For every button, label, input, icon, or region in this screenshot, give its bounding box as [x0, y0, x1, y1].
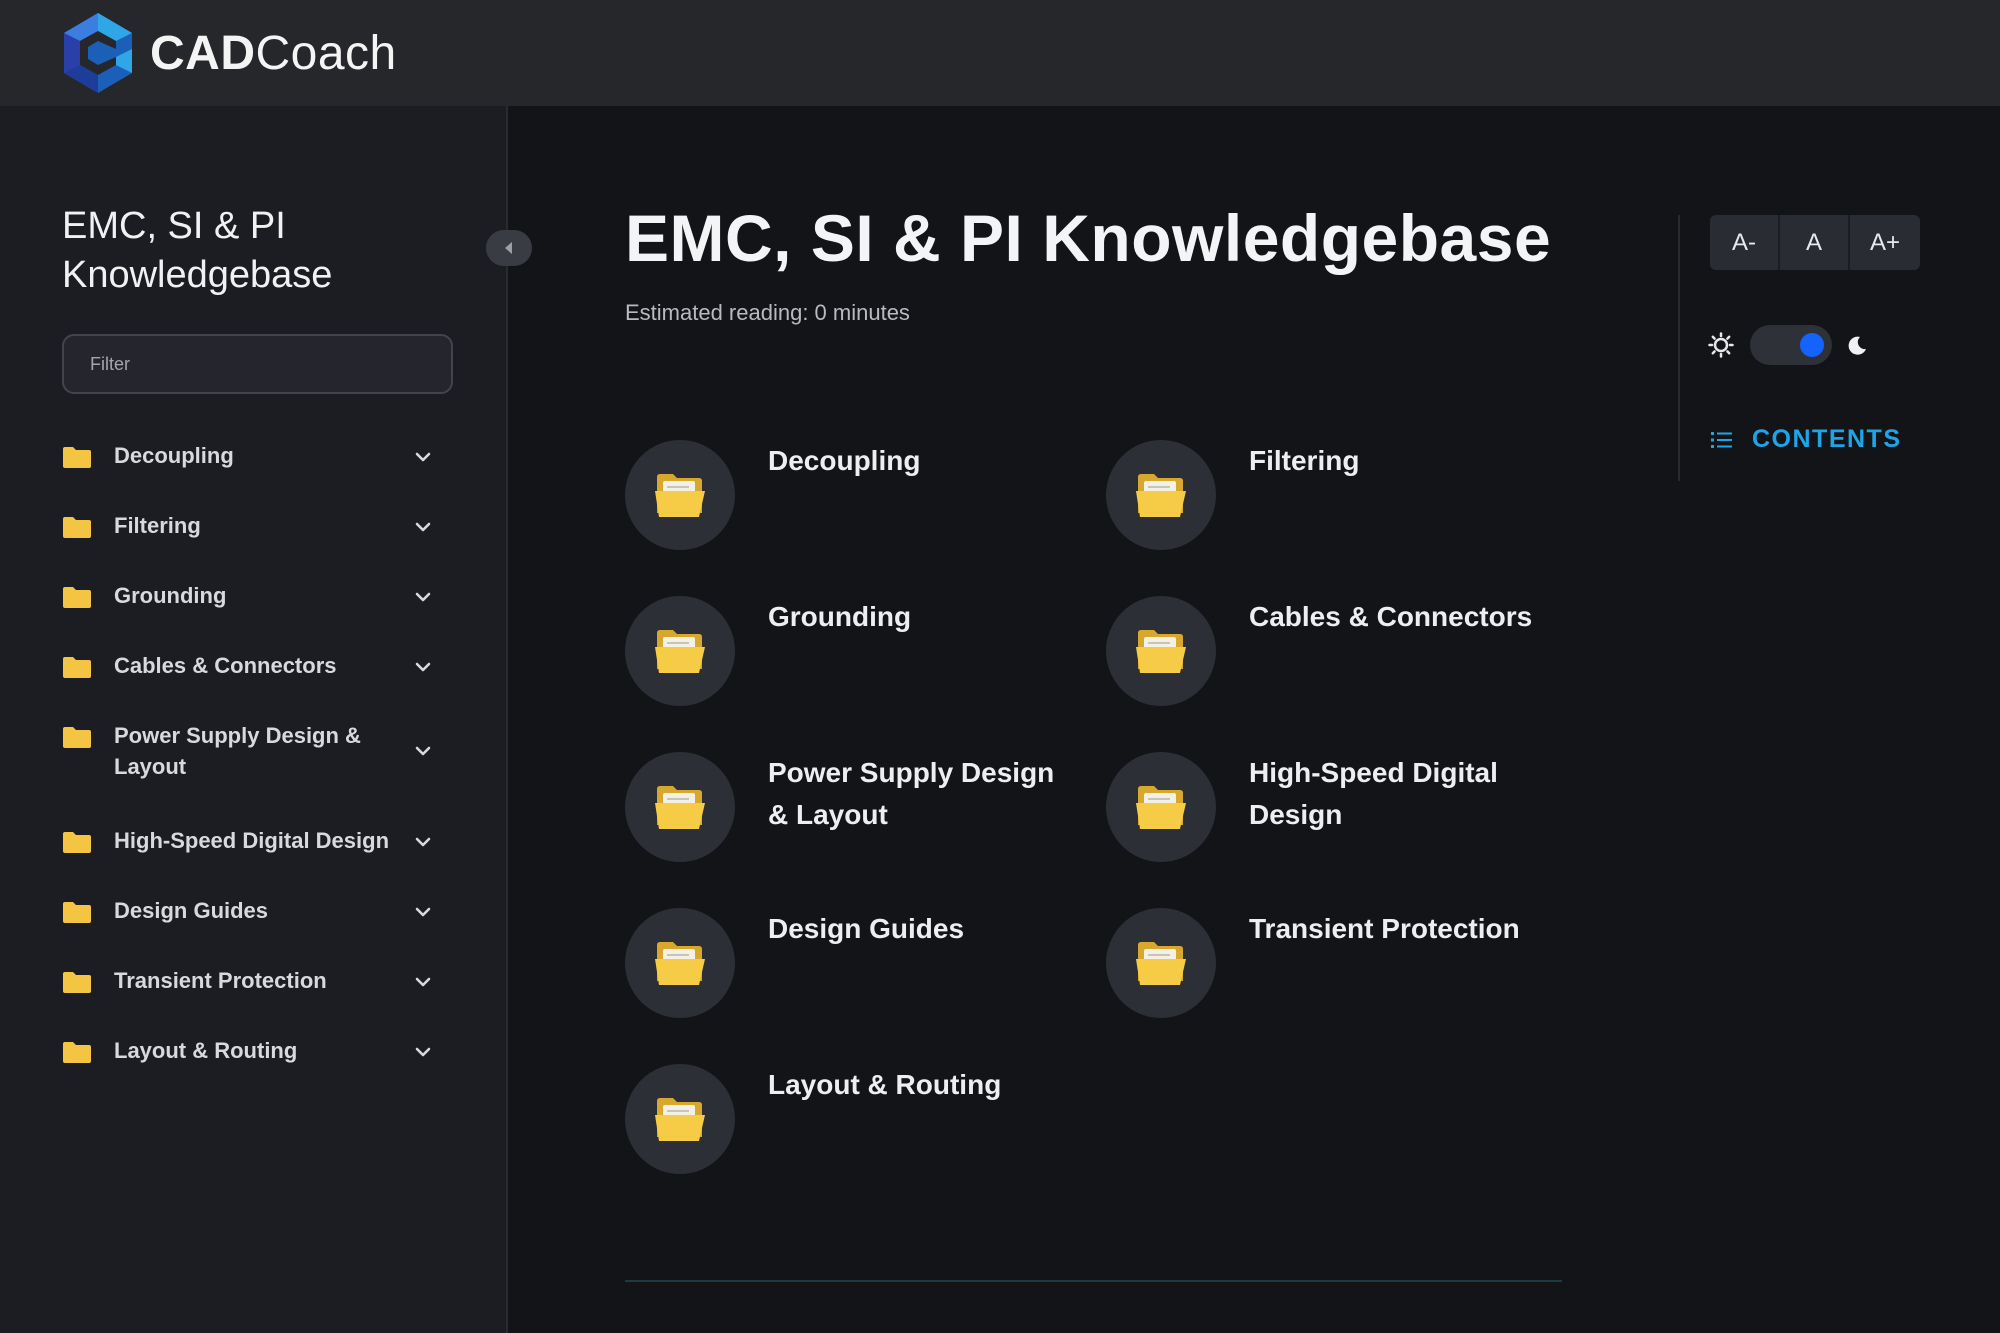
open-folder-icon — [655, 786, 705, 829]
sidebar-title: EMC, SI & PI Knowledgebase — [62, 205, 333, 296]
folder-icon — [63, 657, 91, 678]
contents-label: CONTENTS — [1752, 425, 1902, 453]
theme-toggle[interactable] — [1750, 325, 1832, 365]
chevron-down-icon[interactable] — [412, 586, 434, 608]
font-decrease-button[interactable]: A- — [1710, 215, 1780, 270]
category-card[interactable]: Design Guides — [625, 908, 1085, 1028]
category-card[interactable]: Grounding — [625, 596, 1085, 716]
list-icon — [1711, 431, 1732, 448]
category-card[interactable]: High-Speed Digital Design — [1106, 752, 1566, 872]
chevron-down-icon[interactable] — [412, 740, 434, 762]
cadcoach-logo-icon — [64, 13, 132, 93]
toggle-knob — [1800, 333, 1824, 357]
open-folder-icon — [655, 1098, 705, 1141]
brand-bold: CAD — [150, 26, 256, 80]
rail-divider — [1678, 215, 1680, 481]
card-title: Power Supply Design & Layout — [768, 757, 1055, 830]
caret-left-icon — [505, 242, 512, 254]
sidebar-item[interactable]: High-Speed Digital Design — [0, 825, 508, 865]
chevron-down-icon[interactable] — [412, 971, 434, 993]
content-divider — [625, 1280, 1562, 1282]
sidebar-item-label: High-Speed Digital Design — [114, 828, 390, 853]
sidebar-item-label: Layout & Routing — [114, 1038, 298, 1063]
font-size-controls: A- A A+ — [1710, 215, 1920, 270]
card-title: Grounding — [768, 601, 912, 632]
card-title: High-Speed Digital Design — [1249, 757, 1498, 830]
brand-light: Coach — [255, 26, 397, 80]
folder-icon — [63, 517, 91, 538]
folder-icon — [63, 727, 91, 748]
card-icon-circle — [1106, 908, 1216, 1018]
sidebar-item-label: Power Supply Design & Layout — [114, 723, 361, 779]
reading-time: Estimated reading: 0 minutes — [625, 300, 910, 325]
open-folder-icon — [655, 630, 705, 673]
logo[interactable]: CADCoach — [58, 9, 397, 97]
open-folder-icon — [655, 474, 705, 517]
folder-icon — [63, 972, 91, 993]
chevron-down-icon[interactable] — [412, 446, 434, 468]
card-title: Decoupling — [768, 445, 921, 476]
sidebar-item-label: Filtering — [114, 513, 201, 538]
card-icon-circle — [1106, 752, 1216, 862]
card-icon-circle — [625, 752, 735, 862]
moon-icon — [1848, 336, 1866, 355]
category-card[interactable]: Cables & Connectors — [1106, 596, 1566, 716]
open-folder-icon — [1136, 630, 1186, 673]
card-icon-circle — [625, 908, 735, 1018]
contents-toggle[interactable]: CONTENTS — [1710, 425, 1902, 454]
category-card[interactable]: Layout & Routing — [625, 1064, 1085, 1184]
folder-icon — [63, 902, 91, 923]
open-folder-icon — [1136, 942, 1186, 985]
sidebar-item[interactable]: Grounding — [0, 580, 508, 620]
folder-icon — [63, 832, 91, 853]
sidebar-item-label: Design Guides — [114, 898, 269, 923]
card-title: Design Guides — [768, 913, 965, 944]
folder-icon — [63, 587, 91, 608]
category-card[interactable]: Filtering — [1106, 440, 1566, 560]
sidebar-item-label: Grounding — [114, 583, 227, 608]
sidebar-item-label: Transient Protection — [114, 968, 327, 993]
card-title: Transient Protection — [1249, 913, 1520, 944]
sidebar: EMC, SI & PI Knowledgebase Decoupling Fil… — [0, 106, 508, 1333]
card-icon-circle — [625, 440, 735, 550]
folder-icon — [63, 1042, 91, 1063]
sidebar-item[interactable]: Power Supply Design & Layout — [0, 720, 508, 790]
chevron-down-icon[interactable] — [412, 1041, 434, 1063]
card-icon-circle — [625, 1064, 735, 1174]
card-icon-circle — [625, 596, 735, 706]
sidebar-item[interactable]: Transient Protection — [0, 965, 508, 1005]
category-card[interactable]: Power Supply Design & Layout — [625, 752, 1085, 872]
sun-icon — [1708, 332, 1734, 358]
card-title: Filtering — [1249, 445, 1360, 476]
folder-icon — [63, 447, 91, 468]
sidebar-item-label: Cables & Connectors — [114, 653, 337, 678]
card-icon-circle — [1106, 440, 1216, 550]
sidebar-item[interactable]: Decoupling — [0, 440, 508, 480]
sidebar-item[interactable]: Layout & Routing — [0, 1035, 508, 1075]
chevron-down-icon[interactable] — [412, 901, 434, 923]
open-folder-icon — [655, 942, 705, 985]
font-reset-button[interactable]: A — [1780, 215, 1850, 270]
category-card[interactable]: Decoupling — [625, 440, 1085, 560]
open-folder-icon — [1136, 786, 1186, 829]
open-folder-icon — [1136, 474, 1186, 517]
theme-switcher — [1708, 325, 1868, 365]
chevron-down-icon[interactable] — [412, 831, 434, 853]
card-title: Cables & Connectors — [1249, 601, 1533, 632]
top-bar: CADCoach — [0, 0, 2000, 106]
filter-input[interactable] — [62, 334, 453, 394]
chevron-down-icon[interactable] — [412, 656, 434, 678]
chevron-down-icon[interactable] — [412, 516, 434, 538]
category-card[interactable]: Transient Protection — [1106, 908, 1566, 1028]
page-title: EMC, SI & PI Knowledgebase — [625, 201, 1552, 275]
sidebar-item-label: Decoupling — [114, 443, 234, 468]
sidebar-item[interactable]: Cables & Connectors — [0, 650, 508, 690]
sidebar-item[interactable]: Filtering — [0, 510, 508, 550]
font-increase-button[interactable]: A+ — [1850, 215, 1920, 270]
card-icon-circle — [1106, 596, 1216, 706]
collapse-sidebar-button[interactable] — [486, 230, 532, 266]
sidebar-item[interactable]: Design Guides — [0, 895, 508, 935]
card-title: Layout & Routing — [768, 1069, 1002, 1100]
brand-name: CADCoach — [150, 26, 397, 81]
